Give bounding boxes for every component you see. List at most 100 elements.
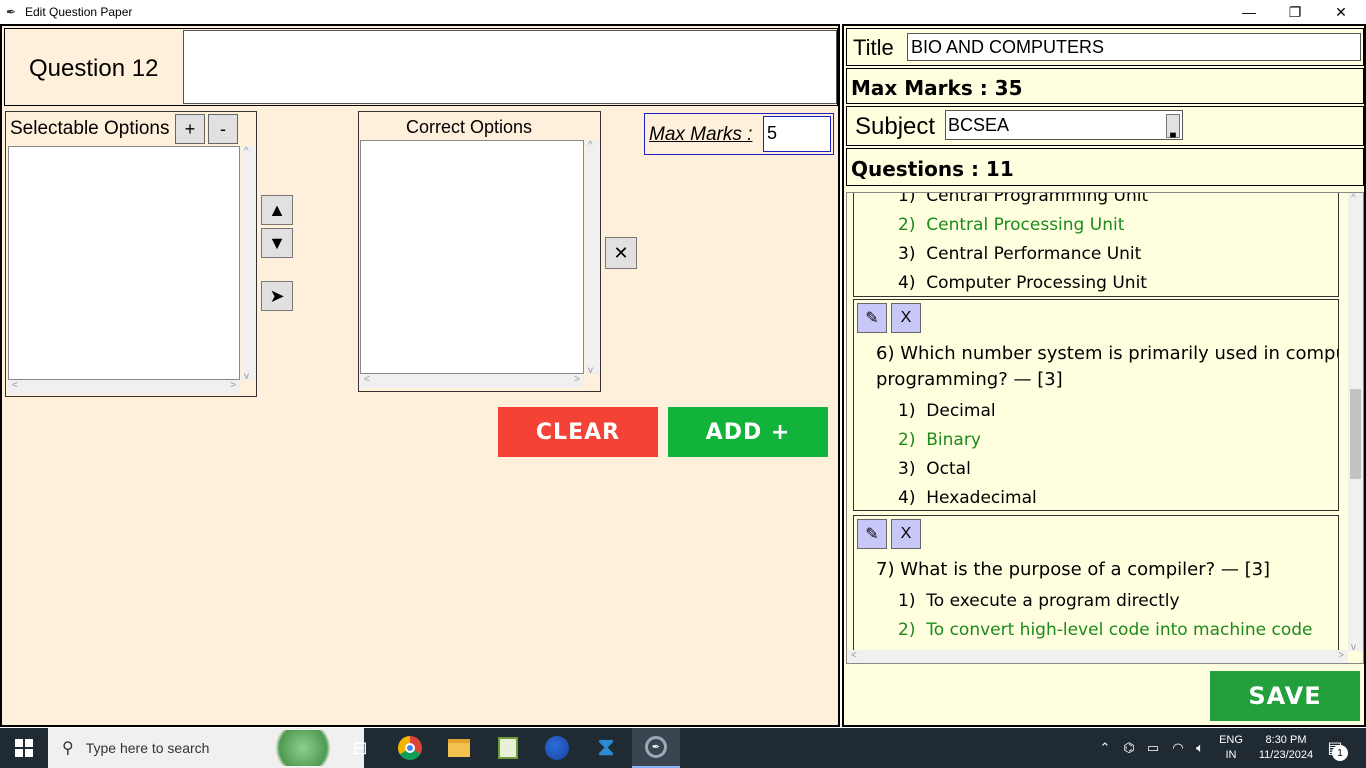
chevron-up-icon[interactable]: ⌃ [1096, 728, 1114, 768]
option-item: 1) To execute a program directly [898, 591, 1180, 611]
scroll-left-icon: < [12, 380, 18, 391]
selectable-options-vscroll[interactable]: ^ v [241, 146, 255, 382]
clear-button[interactable]: CLEAR [498, 407, 658, 457]
subject-dropdown[interactable]: BCSEA ▄ [945, 110, 1183, 140]
paper-max-marks: Max Marks : 35 [851, 76, 1023, 100]
option-item: 1) Decimal [898, 401, 996, 421]
clock-time: 8:30 PM [1265, 734, 1307, 746]
question-card: ✎ X 6) Which number system is primarily … [853, 299, 1339, 511]
minimize-button[interactable]: — [1226, 0, 1272, 24]
python-app-icon[interactable]: ✒ [632, 728, 680, 768]
scroll-right-icon: > [1338, 650, 1344, 661]
subject-row: Subject BCSEA ▄ [846, 106, 1364, 146]
max-marks-input[interactable]: 5 [763, 116, 831, 152]
option-item-correct: 2) Binary [898, 430, 981, 450]
option-item: 3) Central Performance Unit [898, 244, 1142, 264]
restore-button[interactable]: ❐ [1272, 0, 1318, 24]
edit-question-button[interactable]: ✎ [857, 519, 887, 549]
questions-hscroll[interactable]: < > [847, 650, 1348, 663]
questions-count: Questions : 11 [851, 157, 1014, 181]
scroll-down-icon: v [244, 371, 249, 382]
delete-correct-option-button[interactable]: ✕ [605, 237, 637, 269]
arrow-right-icon: ➤ [269, 285, 285, 306]
option-item: 3) Octal [898, 459, 971, 479]
language-indicator[interactable]: ENG IN [1216, 733, 1246, 763]
questions-vscroll[interactable]: ^ v [1348, 193, 1363, 653]
selectable-options-list[interactable] [8, 146, 240, 380]
question-header: Question 12 [4, 28, 838, 106]
notification-center[interactable]: ▤ 1 [1320, 728, 1350, 768]
transfer-to-correct-button[interactable]: ➤ [261, 281, 293, 311]
chrome-icon[interactable] [390, 728, 430, 768]
question-paper-panel: Title BIO AND COMPUTERS Max Marks : 35 S… [842, 24, 1366, 727]
close-icon: ✕ [613, 242, 629, 263]
clock-date: 11/23/2024 [1258, 749, 1314, 761]
battery-icon[interactable]: ▭ [1143, 728, 1163, 768]
correct-options-list[interactable] [360, 140, 584, 374]
correct-options-group: Correct Options ^ v < > [358, 111, 601, 392]
vscode-icon[interactable]: ⧗ [586, 728, 626, 768]
close-button[interactable]: ✕ [1318, 0, 1364, 24]
subject-value: BCSEA [948, 115, 1010, 135]
add-option-button[interactable]: + [175, 114, 205, 144]
feather-icon: ✒ [6, 5, 17, 19]
correct-options-label: Correct Options [405, 117, 533, 137]
clock[interactable]: 8:30 PM 11/23/2024 [1250, 733, 1322, 763]
question-card: 1) Central Programming Unit 2) Central P… [853, 192, 1339, 297]
max-marks-row: Max Marks : 35 [846, 68, 1364, 104]
selectable-options-hscroll[interactable]: < > [8, 380, 240, 394]
save-button[interactable]: SAVE [1210, 671, 1360, 721]
scroll-right-icon: > [574, 374, 580, 385]
editor-app-icon[interactable] [488, 728, 528, 768]
taskbar-search[interactable]: ⚲ Type here to search [48, 728, 364, 768]
question-text: 6) Which number system is primarily used… [876, 343, 1339, 364]
caret-down-icon: ▼ [268, 232, 286, 253]
max-marks-group: Max Marks : 5 [644, 113, 834, 155]
caret-up-icon: ▲ [268, 199, 286, 220]
option-item: 4) Computer Processing Unit [898, 273, 1147, 293]
scroll-right-icon: > [230, 380, 236, 391]
title-row: Title BIO AND COMPUTERS [846, 28, 1364, 66]
question-text-continued: programming? — [3] [876, 369, 1063, 390]
search-icon: ⚲ [62, 740, 74, 757]
file-explorer-icon[interactable] [439, 728, 479, 768]
max-marks-label: Max Marks : [649, 124, 753, 145]
question-text: 7) What is the purpose of a compiler? — … [876, 559, 1271, 580]
delete-question-button[interactable]: X [891, 303, 921, 333]
scroll-up-icon: ^ [1351, 193, 1356, 204]
task-view-icon[interactable]: ⊟ [340, 728, 380, 768]
questions-list[interactable]: 1) Central Programming Unit 2) Central P… [846, 192, 1364, 664]
scroll-thumb[interactable] [1350, 389, 1361, 479]
notification-badge: 1 [1332, 745, 1348, 761]
question-card: ✎ X 7) What is the purpose of a compiler… [853, 515, 1339, 663]
meet-now-icon[interactable]: ⌬ [1120, 728, 1138, 768]
move-up-button[interactable]: ▲ [261, 195, 293, 225]
option-item: 1) Central Programming Unit [898, 192, 1149, 206]
option-item-correct: 2) To convert high-level code into machi… [898, 620, 1313, 640]
scroll-up-icon: ^ [244, 146, 249, 157]
add-question-button[interactable]: ADD + [668, 407, 828, 457]
search-placeholder: Type here to search [85, 740, 210, 756]
remove-option-button[interactable]: - [208, 114, 238, 144]
firefox-icon[interactable] [537, 728, 577, 768]
move-down-button[interactable]: ▼ [261, 228, 293, 258]
pencil-icon: ✎ [865, 310, 879, 327]
volume-icon[interactable]: 🔈︎ [1190, 728, 1210, 768]
edit-question-button[interactable]: ✎ [857, 303, 887, 333]
wifi-icon[interactable]: ◠ [1168, 728, 1188, 768]
scroll-left-icon: < [851, 650, 857, 661]
correct-options-hscroll[interactable]: < > [360, 374, 584, 388]
start-button[interactable] [0, 728, 48, 768]
questions-count-row: Questions : 11 [846, 148, 1364, 186]
chevron-down-icon[interactable]: ▄ [1166, 114, 1180, 138]
option-item-correct: 2) Central Processing Unit [898, 215, 1125, 235]
delete-icon: X [900, 525, 912, 542]
selectable-options-label: Selectable Options [10, 118, 170, 139]
title-input[interactable]: BIO AND COMPUTERS [907, 33, 1361, 61]
title-label: Title [853, 35, 894, 60]
scroll-up-icon: ^ [588, 140, 593, 151]
delete-icon: X [900, 309, 912, 326]
question-text-input[interactable] [183, 30, 837, 104]
delete-question-button[interactable]: X [891, 519, 921, 549]
correct-options-vscroll[interactable]: ^ v [585, 140, 599, 376]
